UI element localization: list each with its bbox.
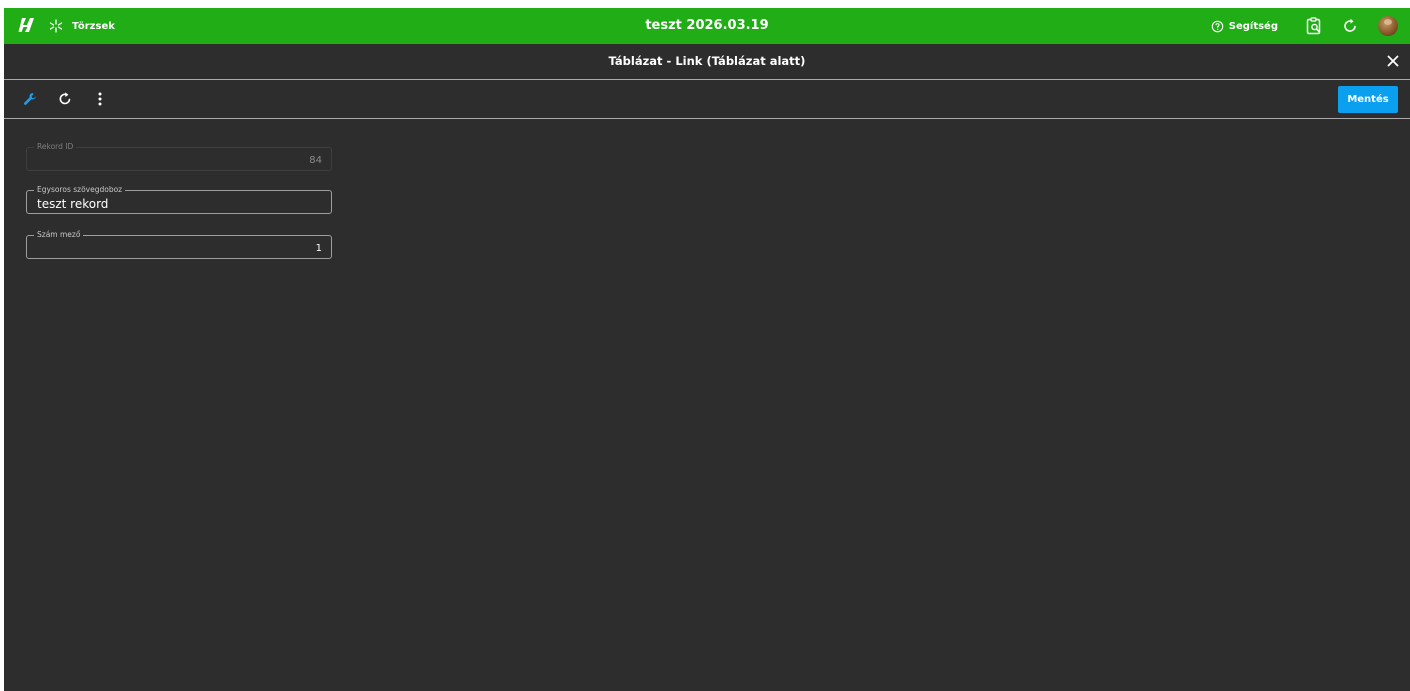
form-toolbar: Mentés [4, 80, 1410, 119]
app-window: Törzsek teszt 2026.03.19 Segítség Tábláz… [4, 8, 1410, 691]
clipboard-search-icon[interactable] [1304, 16, 1324, 36]
help-circle-icon [1211, 20, 1224, 32]
single-line-textbox-input[interactable] [27, 191, 322, 213]
nav-torzsek[interactable]: Törzsek [48, 8, 115, 44]
app-logo[interactable] [18, 15, 38, 35]
close-icon[interactable] [1386, 54, 1400, 68]
nav-torzsek-label: Törzsek [72, 20, 115, 32]
record-id-field: Rekord ID [26, 141, 332, 171]
save-button[interactable]: Mentés [1338, 86, 1398, 113]
help-label: Segítség [1228, 20, 1278, 32]
help-button[interactable]: Segítség [1211, 20, 1278, 33]
topbar-actions: Segítség [1211, 8, 1398, 44]
record-id-input [27, 148, 322, 170]
dialog-header: Táblázat - Link (Táblázat alatt) [4, 44, 1410, 80]
top-app-bar: Törzsek teszt 2026.03.19 Segítség [4, 8, 1410, 44]
user-avatar[interactable] [1378, 16, 1398, 36]
more-vertical-icon[interactable] [92, 91, 108, 107]
dialog-title: Táblázat - Link (Táblázat alatt) [608, 54, 806, 68]
asterisk-icon [49, 19, 63, 33]
app-title: teszt 2026.03.19 [645, 18, 769, 33]
refresh-icon[interactable] [1340, 16, 1360, 36]
single-line-textbox-field[interactable]: Egysoros szövegdoboz [26, 184, 332, 214]
number-field-input[interactable] [27, 236, 322, 258]
number-field[interactable]: Szám mező [26, 229, 332, 259]
wrench-icon[interactable] [22, 91, 38, 107]
refresh-icon[interactable] [57, 91, 73, 107]
